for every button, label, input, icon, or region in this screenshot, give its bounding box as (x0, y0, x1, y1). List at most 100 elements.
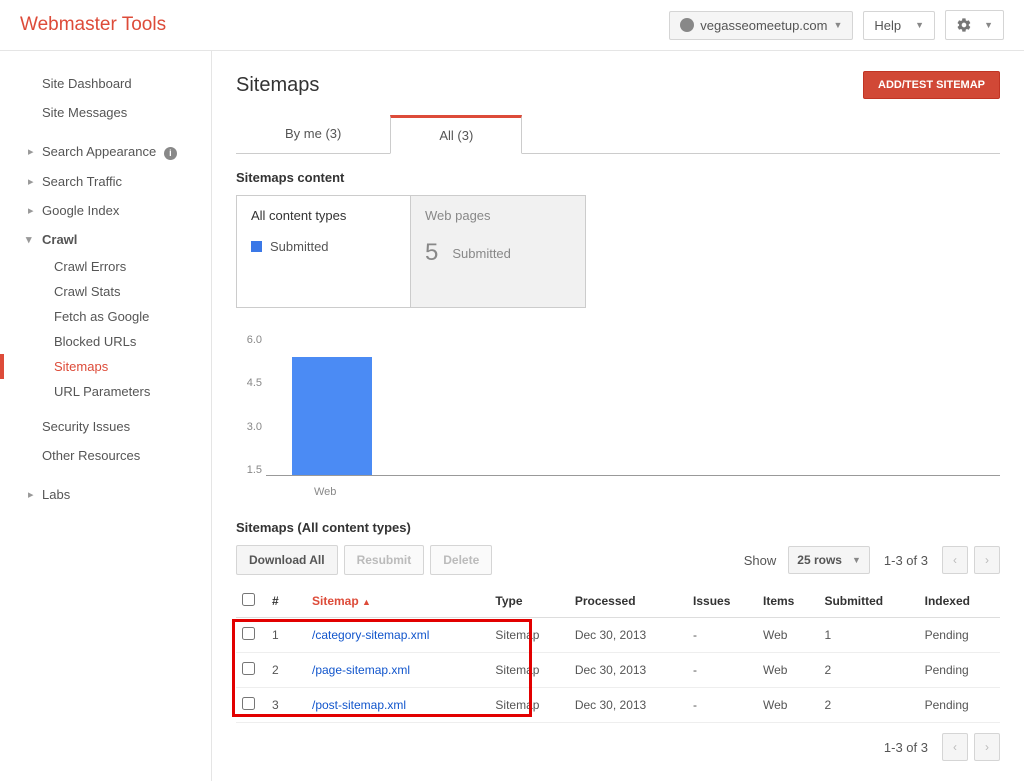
sidebar-item-blocked-urls[interactable]: Blocked URLs (0, 329, 211, 354)
sidebar-item-fetch-as-google[interactable]: Fetch as Google (0, 304, 211, 329)
cell-num: 2 (266, 653, 306, 688)
chevron-down-icon: ▼ (984, 20, 993, 30)
site-selector[interactable]: vegasseomeetup.com ▼ (669, 11, 853, 40)
sidebar-item-crawl-stats[interactable]: Crawl Stats (0, 279, 211, 304)
wordpress-icon (680, 18, 694, 32)
sidebar-item-crawl-errors[interactable]: Crawl Errors (0, 254, 211, 279)
legend-square-icon (251, 241, 262, 252)
cell-indexed: Pending (919, 688, 1000, 723)
col-type[interactable]: Type (489, 585, 568, 618)
col-issues[interactable]: Issues (687, 585, 757, 618)
pagination-info: 1-3 of 3 (884, 553, 928, 568)
next-page-button-bottom[interactable]: › (974, 733, 1000, 761)
cell-num: 3 (266, 688, 306, 723)
y-tick: 6.0 (236, 334, 262, 346)
sidebar-label: Search Appearance (42, 144, 156, 159)
chevron-down-icon: ▼ (852, 555, 861, 565)
sidebar-item-search-appearance[interactable]: Search Appearance i (0, 137, 211, 167)
card-title: All content types (251, 208, 396, 223)
sitemap-link[interactable]: /page-sitemap.xml (312, 663, 410, 677)
pagination-info-bottom: 1-3 of 3 (884, 740, 928, 755)
col-items[interactable]: Items (757, 585, 818, 618)
sidebar-item-other-resources[interactable]: Other Resources (0, 441, 211, 470)
col-num[interactable]: # (266, 585, 306, 618)
table-row: 1/category-sitemap.xml SitemapDec 30, 201… (236, 618, 1000, 653)
cell-processed: Dec 30, 2013 (569, 653, 687, 688)
col-submitted[interactable]: Submitted (818, 585, 918, 618)
tab-by-me[interactable]: By me (3) (236, 115, 390, 153)
card-all-content-types[interactable]: All content types Submitted (236, 195, 411, 308)
cell-indexed: Pending (919, 618, 1000, 653)
select-all-checkbox[interactable] (242, 593, 255, 606)
sort-asc-icon: ▲ (362, 597, 371, 607)
sidebar-item-labs[interactable]: Labs (0, 480, 211, 509)
row-checkbox[interactable] (242, 662, 255, 675)
sidebar-item-google-index[interactable]: Google Index (0, 196, 211, 225)
y-tick: 3.0 (236, 421, 262, 433)
row-checkbox[interactable] (242, 627, 255, 640)
cell-items: Web (757, 688, 818, 723)
table-row: 2/page-sitemap.xml SitemapDec 30, 2013-We… (236, 653, 1000, 688)
cell-type: Sitemap (489, 653, 568, 688)
sitemaps-table: # Sitemap ▲ Type Processed Issues Items … (236, 585, 1000, 723)
col-processed[interactable]: Processed (569, 585, 687, 618)
prev-page-button[interactable]: ‹ (942, 546, 968, 574)
help-label: Help (874, 18, 901, 33)
x-axis-line (266, 475, 1000, 476)
table-row: 3/post-sitemap.xmlSitemapDec 30, 2013-We… (236, 688, 1000, 723)
cell-submitted: 1 (818, 618, 918, 653)
download-all-button[interactable]: Download All (236, 545, 338, 575)
chart: 6.0 4.5 3.0 1.5 Web (236, 334, 1000, 504)
section-sitemaps-content: Sitemaps content (236, 170, 1000, 185)
col-indexed[interactable]: Indexed (919, 585, 1000, 618)
main-content: Sitemaps ADD/TEST SITEMAP By me (3) All … (212, 51, 1024, 781)
card-web-pages[interactable]: Web pages 5 Submitted (411, 195, 586, 308)
chevron-down-icon: ▼ (915, 20, 924, 30)
rows-select-value: 25 rows (797, 553, 842, 567)
card-title: Web pages (425, 208, 571, 223)
cell-items: Web (757, 618, 818, 653)
prev-page-button-bottom[interactable]: ‹ (942, 733, 968, 761)
sidebar-item-crawl[interactable]: Crawl (0, 225, 211, 254)
tab-all[interactable]: All (3) (390, 115, 522, 154)
sidebar-item-url-parameters[interactable]: URL Parameters (0, 379, 211, 404)
cell-issues: - (687, 618, 757, 653)
sitemap-link[interactable]: /post-sitemap.xml (312, 698, 406, 712)
cell-processed: Dec 30, 2013 (569, 688, 687, 723)
bar-web (292, 357, 372, 475)
row-checkbox[interactable] (242, 697, 255, 710)
cell-indexed: Pending (919, 653, 1000, 688)
cell-items: Web (757, 653, 818, 688)
sidebar-item-messages[interactable]: Site Messages (0, 98, 211, 127)
help-button[interactable]: Help ▼ (863, 11, 935, 40)
bar-label: Web (314, 486, 336, 498)
card-submitted-label: Submitted (270, 239, 329, 254)
card-submitted-label: Submitted (452, 246, 511, 261)
cell-submitted: 2 (818, 653, 918, 688)
sidebar-item-dashboard[interactable]: Site Dashboard (0, 69, 211, 98)
cell-issues: - (687, 653, 757, 688)
cell-type: Sitemap (489, 618, 568, 653)
next-page-button[interactable]: › (974, 546, 1000, 574)
tabs: By me (3) All (3) (236, 115, 1000, 154)
cell-issues: - (687, 688, 757, 723)
delete-button[interactable]: Delete (430, 545, 492, 575)
settings-button[interactable]: ▼ (945, 10, 1004, 40)
resubmit-button[interactable]: Resubmit (344, 545, 425, 575)
logo[interactable]: Webmaster Tools (20, 14, 669, 36)
section-table-title: Sitemaps (All content types) (236, 520, 1000, 535)
col-sitemap[interactable]: Sitemap ▲ (306, 585, 489, 618)
sidebar-item-security-issues[interactable]: Security Issues (0, 412, 211, 441)
add-test-sitemap-button[interactable]: ADD/TEST SITEMAP (863, 71, 1000, 99)
rows-select[interactable]: 25 rows ▼ (788, 546, 870, 574)
site-name: vegasseomeetup.com (700, 18, 827, 33)
chevron-down-icon: ▼ (833, 20, 842, 30)
sidebar-item-search-traffic[interactable]: Search Traffic (0, 167, 211, 196)
sidebar-item-sitemaps[interactable]: Sitemaps (0, 354, 211, 379)
cell-submitted: 2 (818, 688, 918, 723)
sitemap-link[interactable]: /category-sitemap.xml (312, 628, 429, 642)
gear-icon (956, 17, 972, 33)
info-icon: i (164, 147, 177, 160)
sidebar: Site Dashboard Site Messages Search Appe… (0, 51, 212, 781)
cell-processed: Dec 30, 2013 (569, 618, 687, 653)
